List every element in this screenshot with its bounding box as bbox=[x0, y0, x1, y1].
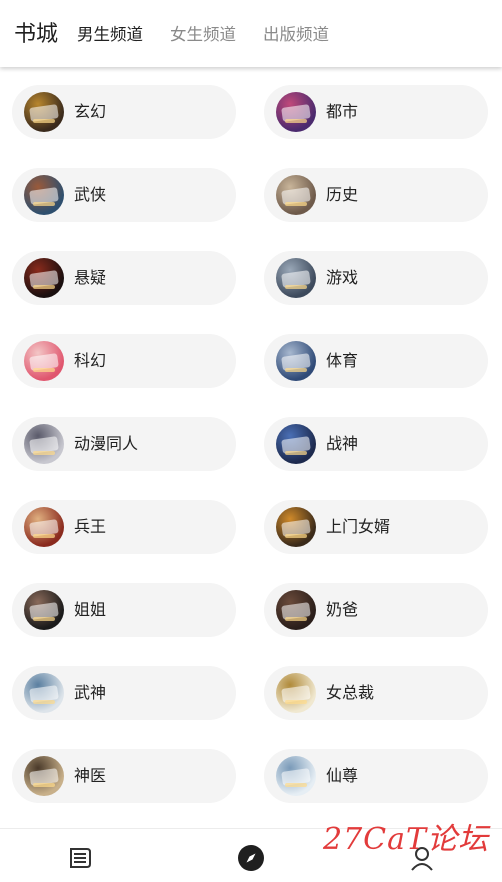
category-label: 玄幻 bbox=[74, 102, 107, 121]
category-cover-image bbox=[24, 756, 64, 796]
category-cover-image bbox=[276, 258, 316, 298]
category-label: 姐姐 bbox=[74, 600, 107, 619]
category-cover-image bbox=[24, 258, 64, 298]
category-label: 动漫同人 bbox=[74, 434, 139, 453]
tab-female-channel[interactable]: 女生频道 bbox=[170, 23, 236, 47]
cover-subtitle-art bbox=[33, 202, 55, 206]
category-item[interactable]: 仙尊 bbox=[264, 749, 488, 803]
category-cover-image bbox=[276, 424, 316, 464]
cover-subtitle-art bbox=[33, 700, 55, 704]
category-cover-image bbox=[276, 341, 316, 381]
top-header: 书城 男生频道 女生频道 出版频道 bbox=[0, 0, 502, 67]
category-label: 仙尊 bbox=[326, 766, 359, 785]
nav-bookshelf[interactable] bbox=[65, 843, 95, 873]
category-label: 兵王 bbox=[74, 517, 107, 536]
category-item[interactable]: 都市 bbox=[264, 85, 488, 139]
category-cover-image bbox=[24, 92, 64, 132]
category-label: 上门女婿 bbox=[326, 517, 391, 536]
cover-subtitle-art bbox=[285, 534, 307, 538]
category-item[interactable]: 女总裁 bbox=[264, 666, 488, 720]
tab-publish-channel[interactable]: 出版频道 bbox=[263, 23, 329, 47]
category-label: 科幻 bbox=[74, 351, 107, 370]
category-item[interactable]: 科幻 bbox=[12, 334, 236, 388]
nav-discover[interactable] bbox=[236, 843, 266, 873]
cover-subtitle-art bbox=[33, 368, 55, 372]
category-label: 历史 bbox=[326, 185, 359, 204]
category-label: 武神 bbox=[74, 683, 107, 702]
category-label: 悬疑 bbox=[74, 268, 107, 287]
cover-subtitle-art bbox=[285, 285, 307, 289]
category-item[interactable]: 兵王 bbox=[12, 500, 236, 554]
cover-subtitle-art bbox=[285, 119, 307, 123]
category-item[interactable]: 动漫同人 bbox=[12, 417, 236, 471]
category-cover-image bbox=[276, 756, 316, 796]
category-item[interactable]: 姐姐 bbox=[12, 583, 236, 637]
category-label: 游戏 bbox=[326, 268, 359, 287]
category-cover-image bbox=[276, 673, 316, 713]
category-item[interactable]: 历史 bbox=[264, 168, 488, 222]
category-cover-image bbox=[276, 175, 316, 215]
channel-tabs: 男生频道 女生频道 出版频道 bbox=[77, 23, 329, 47]
category-item[interactable]: 悬疑 bbox=[12, 251, 236, 305]
category-cover-image bbox=[24, 507, 64, 547]
cover-subtitle-art bbox=[285, 617, 307, 621]
category-label: 体育 bbox=[326, 351, 359, 370]
cover-subtitle-art bbox=[285, 700, 307, 704]
cover-subtitle-art bbox=[33, 534, 55, 538]
category-cover-image bbox=[24, 590, 64, 630]
cover-subtitle-art bbox=[33, 285, 55, 289]
cover-subtitle-art bbox=[285, 451, 307, 455]
page-title: 书城 bbox=[14, 22, 59, 47]
category-label: 武侠 bbox=[74, 185, 107, 204]
category-grid: 玄幻 都市武侠 历史悬疑 游戏科幻 体育动漫同人 战神兵王 上门女婿姐姐 奶爸武神 女总裁神医 仙… bbox=[0, 67, 502, 827]
compass-icon bbox=[238, 845, 264, 871]
category-cover-image bbox=[24, 175, 64, 215]
watermark: 27CaT论坛 bbox=[323, 822, 490, 857]
bookshelf-icon bbox=[70, 848, 91, 868]
cover-subtitle-art bbox=[285, 783, 307, 787]
category-cover-image bbox=[276, 92, 316, 132]
category-item[interactable]: 体育 bbox=[264, 334, 488, 388]
cover-subtitle-art bbox=[285, 368, 307, 372]
category-label: 都市 bbox=[326, 102, 359, 121]
cover-subtitle-art bbox=[33, 783, 55, 787]
category-item[interactable]: 武侠 bbox=[12, 168, 236, 222]
category-item[interactable]: 奶爸 bbox=[264, 583, 488, 637]
category-cover-image bbox=[24, 341, 64, 381]
category-item[interactable]: 玄幻 bbox=[12, 85, 236, 139]
app-root: 书城 男生频道 女生频道 出版频道 玄幻 都市武侠 历史悬疑 游戏科幻 体育动漫同人 战神… bbox=[0, 0, 502, 882]
category-cover-image bbox=[24, 673, 64, 713]
category-label: 神医 bbox=[74, 766, 107, 785]
category-item[interactable]: 游戏 bbox=[264, 251, 488, 305]
category-label: 女总裁 bbox=[326, 683, 375, 702]
category-item[interactable]: 上门女婿 bbox=[264, 500, 488, 554]
cover-subtitle-art bbox=[33, 451, 55, 455]
category-cover-image bbox=[276, 590, 316, 630]
category-cover-image bbox=[276, 507, 316, 547]
category-label: 奶爸 bbox=[326, 600, 359, 619]
category-cover-image bbox=[24, 424, 64, 464]
cover-subtitle-art bbox=[285, 202, 307, 206]
cover-subtitle-art bbox=[33, 119, 55, 123]
category-item[interactable]: 战神 bbox=[264, 417, 488, 471]
cover-subtitle-art bbox=[33, 617, 55, 621]
tab-male-channel[interactable]: 男生频道 bbox=[77, 23, 143, 47]
category-item[interactable]: 神医 bbox=[12, 749, 236, 803]
category-item[interactable]: 武神 bbox=[12, 666, 236, 720]
category-label: 战神 bbox=[326, 434, 359, 453]
